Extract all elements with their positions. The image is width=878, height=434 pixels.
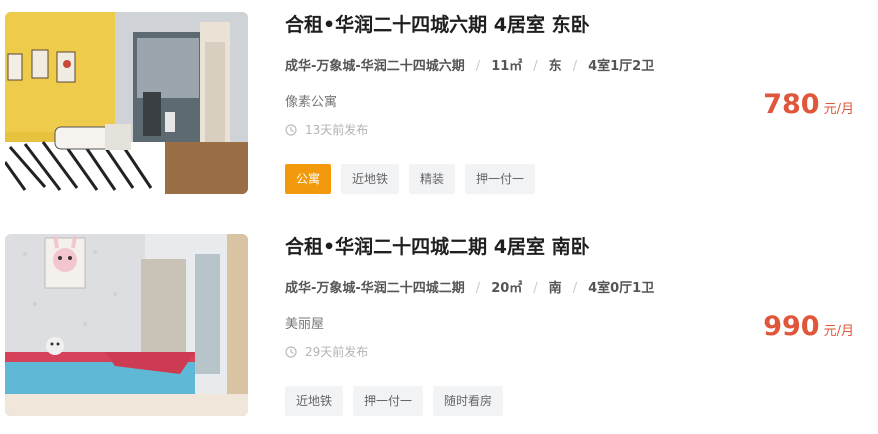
location-text: 成华-万象城-华润二十四城六期 (285, 59, 465, 74)
tag-list: 近地铁 押一付一 随时看房 (285, 386, 513, 416)
price-unit: 元/月 (823, 102, 854, 117)
listing-photo[interactable] (5, 12, 248, 194)
separator: / (572, 59, 578, 74)
tag-viewing-anytime: 随时看房 (433, 386, 504, 416)
separator: / (475, 59, 481, 74)
posted-text: 13天前发布 (305, 123, 369, 137)
posted-time: 13天前发布 (285, 121, 368, 139)
listing-photo[interactable] (5, 234, 248, 416)
posted-time: 29天前发布 (285, 343, 368, 361)
bedroom-photo-1 (5, 12, 248, 194)
price-value: 990 (763, 311, 820, 342)
separator: / (475, 281, 481, 296)
separator: / (533, 281, 538, 296)
posted-text: 29天前发布 (305, 345, 369, 359)
brand-name: 美丽屋 (285, 317, 325, 332)
separator: / (572, 281, 578, 296)
tag-near-metro: 近地铁 (341, 164, 400, 194)
listing-card[interactable]: 合租•华润二十四城六期 4居室 东卧 成华-万象城-华润二十四城六期 / 11㎡ / 东… (0, 12, 878, 212)
orientation-text: 南 (548, 281, 562, 296)
clock-icon (285, 124, 297, 136)
price: 780 元/月 (763, 88, 854, 122)
listing-title[interactable]: 合租•华润二十四城六期 4居室 东卧 (285, 12, 590, 38)
bedroom-photo-2 (5, 234, 248, 416)
listing-card[interactable]: 合租•华润二十四城二期 4居室 南卧 成华-万象城-华润二十四城二期 / 20㎡ / 南… (0, 234, 878, 434)
separator: / (533, 59, 538, 74)
area-text: 11㎡ (491, 59, 523, 74)
brand-name: 像素公寓 (285, 95, 338, 110)
price: 990 元/月 (763, 310, 854, 344)
layout-text: 4室0厅1卫 (588, 281, 655, 296)
price-unit: 元/月 (823, 324, 854, 339)
listing-title[interactable]: 合租•华润二十四城二期 4居室 南卧 (285, 234, 590, 260)
area-text: 20㎡ (491, 281, 523, 296)
location-text: 成华-万象城-华润二十四城二期 (285, 281, 465, 296)
orientation-text: 东 (548, 59, 562, 74)
layout-text: 4室1厅2卫 (588, 59, 655, 74)
tag-list: 公寓 近地铁 精装 押一付一 (285, 164, 545, 194)
listing-meta: 成华-万象城-华润二十四城二期 / 20㎡ / 南 / 4室0厅1卫 (285, 280, 654, 298)
tag-apartment: 公寓 (285, 164, 332, 194)
price-value: 780 (763, 89, 820, 120)
tag-near-metro: 近地铁 (285, 386, 344, 416)
tag-payment: 押一付一 (353, 386, 424, 416)
tag-fine-decoration: 精装 (409, 164, 456, 194)
clock-icon (285, 346, 297, 358)
listing-meta: 成华-万象城-华润二十四城六期 / 11㎡ / 东 / 4室1厅2卫 (285, 58, 654, 76)
tag-payment: 押一付一 (465, 164, 536, 194)
